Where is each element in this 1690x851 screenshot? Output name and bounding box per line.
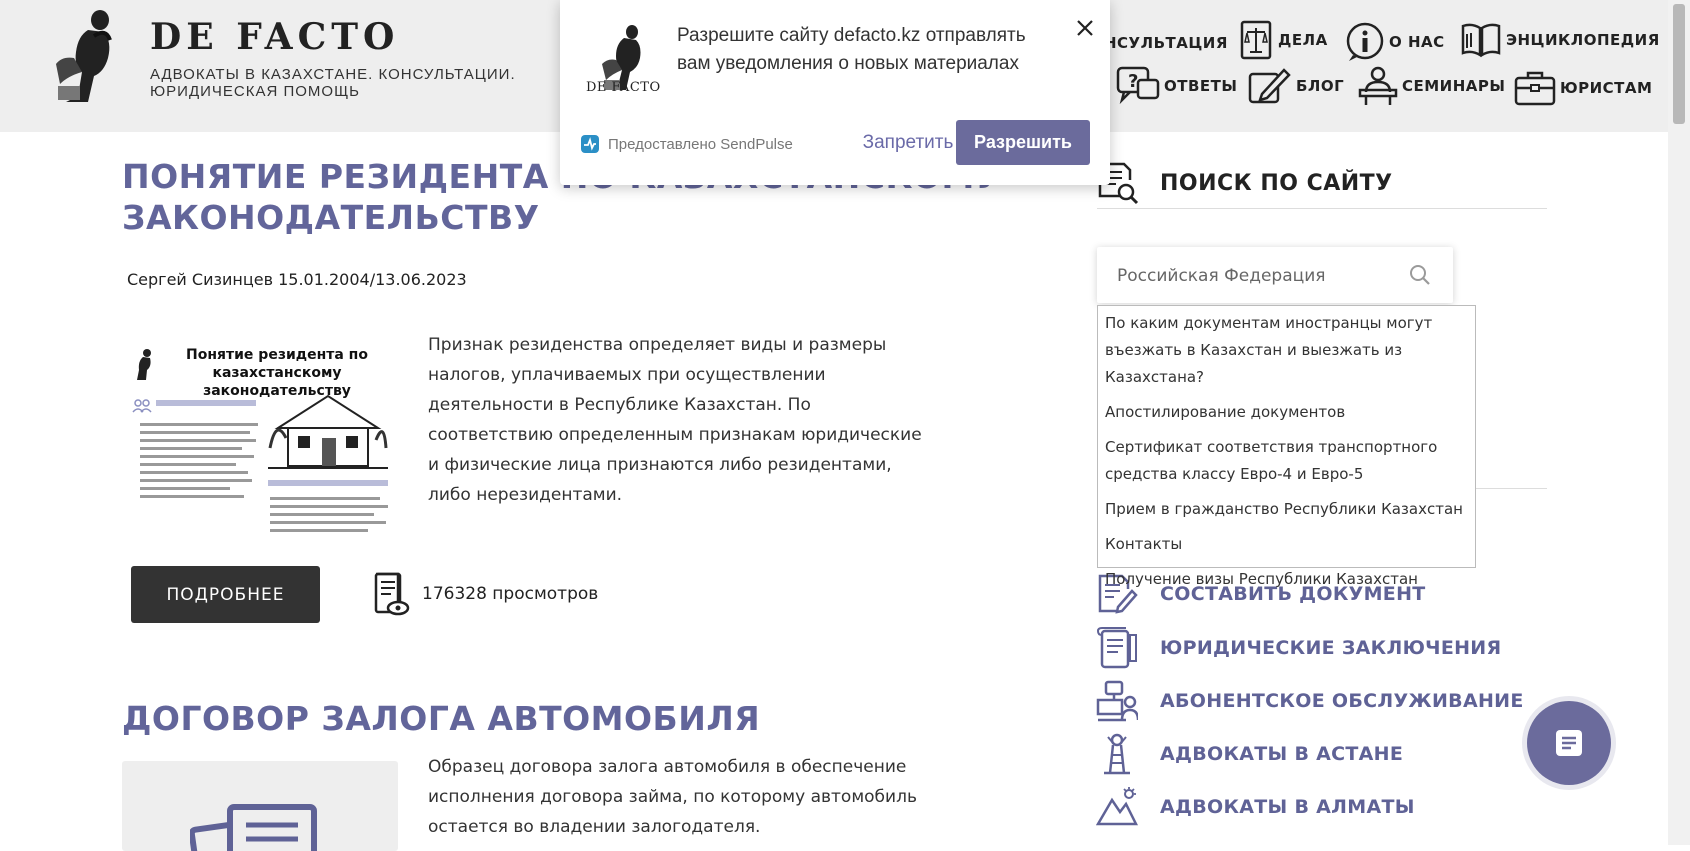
powered-by[interactable]: Предоставлено SendPulse (580, 134, 793, 154)
search-suggestions: По каким документам иностранцы могут въе… (1097, 305, 1476, 588)
info-icon (1346, 22, 1384, 61)
nav-blog-label: БЛОГ (1296, 77, 1345, 95)
read-more-button[interactable]: ПОДРОБНЕЕ (131, 566, 320, 623)
lecturer-icon (1358, 66, 1398, 105)
suggestion-item[interactable]: Контакты (1098, 527, 1475, 562)
sidebar-link-label: ЮРИДИЧЕСКИЕ ЗАКЛЮЧЕНИЯ (1160, 637, 1502, 659)
mountains-icon (1096, 787, 1138, 826)
brand-subtitle: АДВОКАТЫ В КАЗАХСТАНЕ. КОНСУЛЬТАЦИИ. ЮРИ… (150, 66, 516, 100)
nav-cases-label: ДЕЛА (1278, 31, 1328, 49)
nav-seminars[interactable]: СЕМИНАРЫ (1358, 66, 1505, 106)
article-excerpt: Признак резиденства определяет виды и ра… (428, 335, 922, 505)
people-icon (132, 398, 152, 417)
scroll-icon (1096, 627, 1137, 669)
book-icon (1461, 23, 1501, 58)
views-counter: 176328 просмотров (372, 572, 598, 616)
search-heading-label: ПОИСК ПО САЙТУ (1160, 170, 1393, 196)
allow-button[interactable]: Разрешить (956, 120, 1090, 165)
article-thumbnail[interactable]: Понятие резидента по казахстанскому зако… (122, 330, 402, 545)
nav-cases[interactable]: ДЕЛА (1238, 20, 1328, 60)
search-input[interactable] (1115, 261, 1399, 291)
sidebar-link-astana[interactable]: АДВОКАТЫ В АСТАНЕ (1096, 733, 1403, 775)
suggestion-item[interactable]: Прием в гражданство Республики Казахстан (1098, 492, 1475, 527)
scales-icon (1240, 20, 1272, 60)
nav-consultation-label: НСУЛЬТАЦИЯ (1104, 34, 1228, 52)
divider (1475, 488, 1547, 489)
thinker-small-icon (137, 349, 151, 380)
search-heading: ПОИСК ПО САЙТУ (1096, 160, 1393, 206)
sidebar-link-subscription[interactable]: АБОНЕНТСКОЕ ОБСЛУЖИВАНИЕ (1096, 680, 1524, 722)
article-excerpt: Образец договора залога автомобиля в обе… (428, 757, 917, 837)
nav-lawyers[interactable]: ЮРИСТАМ (1514, 70, 1652, 106)
push-notification-prompt: DE FACTO Разрешите сайту defacto.kz отпр… (560, 0, 1110, 185)
views-count: 176328 просмотров (422, 584, 599, 604)
nav-answers[interactable]: ? ОТВЕТЫ (1116, 66, 1237, 106)
documents-icon (190, 804, 317, 851)
nav-lawyers-label: ЮРИСТАМ (1560, 79, 1653, 97)
search-icon[interactable] (1409, 264, 1431, 286)
sidebar-link-label: АБОНЕНТСКОЕ ОБСЛУЖИВАНИЕ (1160, 690, 1524, 712)
notification-message: Разрешите сайту defacto.kz отправлять ва… (677, 25, 1026, 74)
nav-encyclopedia-label: ЭНЦИКЛОПЕДИЯ (1506, 31, 1660, 49)
sidebar-link-label: АДВОКАТЫ В АЛМАТЫ (1160, 796, 1415, 818)
close-icon[interactable] (1073, 16, 1097, 40)
nav-encyclopedia[interactable]: ЭНЦИКЛОПЕДИЯ (1460, 22, 1660, 58)
suggestion-item[interactable]: По каким документам иностранцы могут въе… (1098, 306, 1475, 395)
pen-icon (1248, 68, 1291, 104)
article-meta: Сергей Сизинцев 15.01.2004/13.06.2023 (127, 270, 467, 289)
thinker-logo-icon[interactable] (48, 6, 126, 106)
thumbnail-text-lines (270, 492, 390, 537)
nav-seminars-label: СЕМИНАРЫ (1402, 77, 1506, 95)
nav-answers-label: ОТВЕТЫ (1164, 77, 1238, 95)
suggestion-item[interactable]: Апостилирование документов (1098, 395, 1475, 430)
nav-about[interactable]: О НАС (1345, 22, 1445, 62)
placeholder-line (156, 400, 256, 406)
sidebar-link-legal-opinions[interactable]: ЮРИДИЧЕСКИЕ ЗАКЛЮЧЕНИЯ (1096, 627, 1501, 669)
astana-tower-icon (1104, 733, 1130, 775)
chat-button[interactable] (1527, 701, 1611, 785)
search-box (1097, 247, 1453, 303)
placeholder-line (268, 480, 388, 486)
briefcase-icon (1514, 71, 1556, 106)
message-icon (1556, 730, 1582, 756)
article-thumbnail[interactable] (122, 761, 398, 851)
sidebar-link-almaty[interactable]: АДВОКАТЫ В АЛМАТЫ (1096, 786, 1415, 828)
suggestion-item[interactable]: Получение визы Республики Казахстан (1098, 562, 1475, 597)
support-desk-icon (1096, 680, 1138, 722)
nav-consultation[interactable]: НСУЛЬТАЦИЯ (1104, 34, 1228, 52)
article-title[interactable]: ДОГОВОР ЗАЛОГА АВТОМОБИЛЯ (122, 698, 1022, 739)
sidebar-link-label: АДВОКАТЫ В АСТАНЕ (1160, 743, 1404, 765)
brand-title[interactable]: DE FACTO (150, 16, 399, 58)
thumbnail-text-lines (140, 418, 260, 503)
scrollbar-thumb[interactable] (1673, 4, 1685, 124)
notification-logo-text: DE FACTO (586, 80, 661, 95)
document-eye-icon (374, 572, 410, 616)
question-icon: ? (1116, 66, 1160, 105)
nav-about-label: О НАС (1389, 33, 1445, 51)
divider (1097, 208, 1547, 209)
suggestion-item[interactable]: Сертификат соответствия транспортного ср… (1098, 430, 1475, 492)
house-icon (268, 394, 388, 469)
sendpulse-icon (581, 135, 599, 153)
powered-by-label: Предоставлено SendPulse (608, 135, 793, 153)
nav-blog[interactable]: БЛОГ (1248, 66, 1344, 106)
deny-button[interactable]: Запретить (848, 122, 968, 164)
page-scrollbar[interactable] (1668, 0, 1690, 845)
